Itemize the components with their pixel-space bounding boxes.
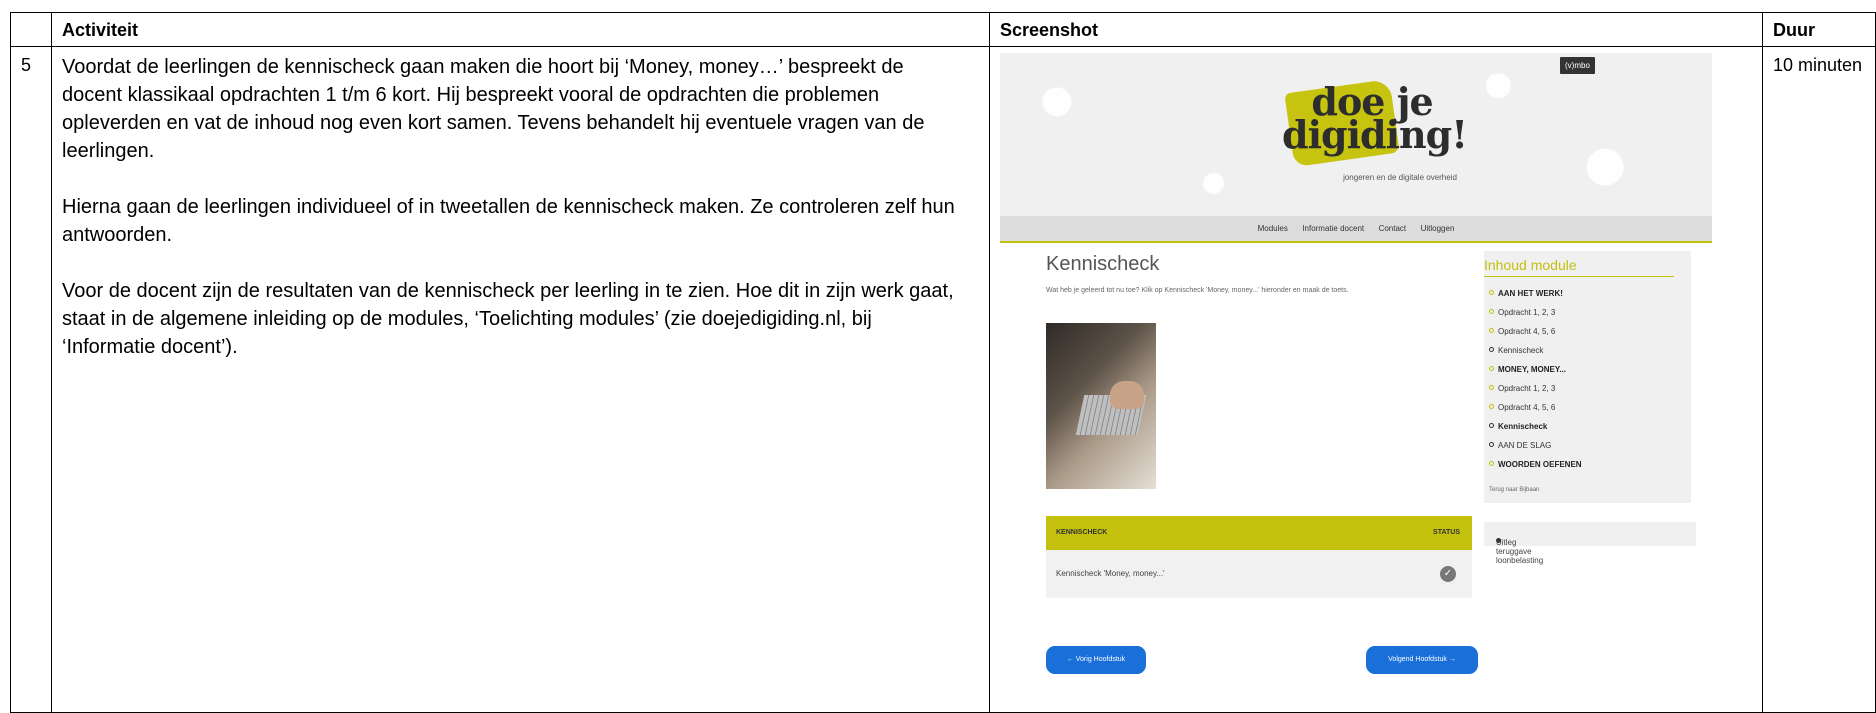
column-kennischeck: KENNISCHECK [1056, 529, 1108, 536]
activity-cell: Voordat de leerlingen de kennischeck gaa… [51, 46, 990, 713]
header-row: Activiteit Screenshot Duur [10, 12, 1876, 47]
sidebar-item-woorden-oefenen[interactable]: WOORDEN OEFENEN [1489, 460, 1582, 479]
kennischeck-table-header: KENNISCHECK STATUS [1046, 516, 1472, 550]
laptop-photo [1046, 323, 1156, 489]
nav-contact[interactable]: Contact [1379, 224, 1407, 233]
circle-bullet-icon [1489, 328, 1494, 333]
hand [1110, 381, 1144, 409]
module-sidebar: Inhoud module AAN HET WERK! Opdracht 1, … [1484, 251, 1691, 503]
page-intro: Wat heb je geleerd tot nu toe? Klik op K… [1046, 287, 1349, 294]
activity-table: Activiteit Screenshot Duur 5 Voordat de … [10, 12, 1876, 713]
kennischeck-row-label[interactable]: Kennischeck 'Money, money...' [1056, 569, 1165, 578]
screenshot-cell: (v)mbo doe je digiding! jongeren en de d… [989, 46, 1763, 713]
sidebar-item-opdracht-1-2-3[interactable]: Opdracht 1, 2, 3 [1489, 308, 1582, 327]
circle-bullet-icon [1489, 290, 1494, 295]
check-icon: ✓ [1440, 566, 1456, 582]
site-nav: Modules Informatie docent Contact Uitlog… [1000, 216, 1712, 243]
sidebar-title: Inhoud module [1484, 257, 1674, 277]
sidebar-item-money-money[interactable]: MONEY, MONEY... [1489, 365, 1582, 384]
previous-chapter-button[interactable]: ← Vorig Hoofdstuk [1046, 646, 1146, 674]
circle-bullet-icon [1489, 461, 1494, 466]
activity-paragraph-2: Hierna gaan de leerlingen individueel of… [62, 196, 955, 246]
sidebar-item-aan-de-slag[interactable]: AAN DE SLAG [1489, 441, 1582, 460]
header-number [10, 12, 52, 47]
nav-modules[interactable]: Modules [1258, 224, 1288, 233]
logo-line-2: digiding! [1282, 112, 1468, 157]
logo-subtitle: jongeren en de digitale overheid [1343, 173, 1457, 182]
site-logo[interactable]: doe je digiding! [1282, 83, 1468, 157]
sidebar-item-opdracht-1-2-3-b[interactable]: Opdracht 1, 2, 3 [1489, 384, 1582, 403]
header-duur: Duur [1762, 12, 1876, 47]
site-header: (v)mbo doe je digiding! jongeren en de d… [1000, 53, 1712, 216]
circle-bullet-icon [1489, 442, 1494, 447]
page-title: Kennischeck [1046, 253, 1160, 275]
nav-informatie-docent[interactable]: Informatie docent [1302, 224, 1364, 233]
sidebar-item-opdracht-4-5-6[interactable]: Opdracht 4, 5, 6 [1489, 327, 1582, 346]
activity-paragraph-3: Voor de docent zijn de resultaten van de… [62, 280, 954, 358]
sidebar-item-kennischeck[interactable]: Kennischeck [1489, 346, 1582, 365]
activity-paragraph-1: Voordat de leerlingen de kennischeck gaa… [62, 56, 925, 162]
next-chapter-button[interactable]: Volgend Hoofdstuk → [1366, 646, 1478, 674]
circle-bullet-icon [1489, 347, 1494, 352]
duration-cell: 10 minuten [1762, 46, 1876, 713]
sidebar-item-aan-het-werk[interactable]: AAN HET WERK! [1489, 289, 1582, 308]
table-row: 5 Voordat de leerlingen de kennischeck g… [10, 46, 1876, 713]
header-screenshot: Screenshot [989, 12, 1763, 47]
header-activiteit: Activiteit [51, 12, 990, 47]
embedded-screenshot: (v)mbo doe je digiding! jongeren en de d… [1000, 53, 1712, 674]
circle-bullet-icon [1489, 309, 1494, 314]
circle-bullet-icon [1489, 385, 1494, 390]
circle-bullet-icon [1489, 366, 1494, 371]
uitleg-link-box[interactable]: Uitleg teruggave loonbelasting [1484, 522, 1696, 565]
circle-bullet-icon [1489, 423, 1494, 428]
level-badge[interactable]: (v)mbo [1560, 57, 1595, 74]
sidebar-item-kennischeck-active[interactable]: Kennischeck [1489, 422, 1582, 441]
back-link[interactable]: Terug naar Bijbaan [1489, 487, 1539, 493]
circle-bullet-icon [1489, 404, 1494, 409]
row-number: 5 [10, 46, 52, 713]
kennischeck-row[interactable]: Kennischeck 'Money, money...' ✓ [1046, 550, 1472, 598]
column-status: STATUS [1433, 529, 1460, 536]
sidebar-item-opdracht-4-5-6-b[interactable]: Opdracht 4, 5, 6 [1489, 403, 1582, 422]
sidebar-list: AAN HET WERK! Opdracht 1, 2, 3 Opdracht … [1489, 289, 1582, 479]
nav-uitloggen[interactable]: Uitloggen [1421, 224, 1455, 233]
